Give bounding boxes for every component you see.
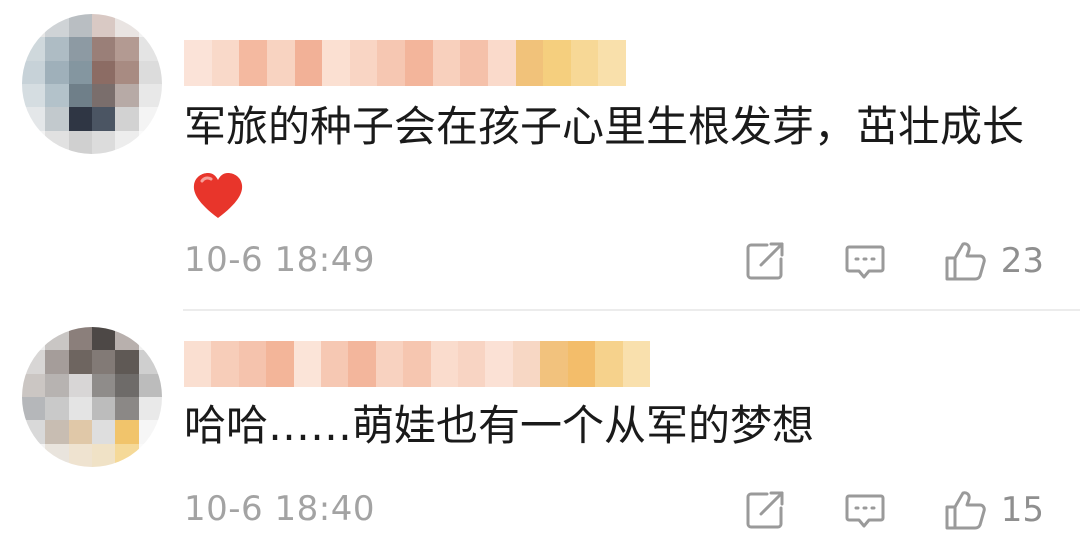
avatar[interactable] [22, 327, 162, 467]
comment-actions: 23 [743, 238, 1044, 284]
like-icon[interactable] [943, 239, 987, 283]
comment-text-content: 军旅的种子会在孩子心里生根发芽，茁壮成长 [184, 102, 1025, 151]
share-icon[interactable] [743, 488, 787, 532]
avatar[interactable] [22, 14, 162, 154]
heart-emoji [193, 173, 243, 218]
comment-actions: 15 [743, 487, 1044, 533]
username-blurred[interactable] [184, 341, 650, 387]
share-icon[interactable] [743, 239, 787, 283]
like-count: 23 [1000, 241, 1044, 281]
comment-item: 军旅的种子会在孩子心里生根发芽，茁壮成长 10-6 18:49 23 [0, 0, 1080, 310]
comment-timestamp: 10-6 18:40 [184, 489, 375, 529]
comment-text: 军旅的种子会在孩子心里生根发芽，茁壮成长 [184, 90, 1044, 236]
comment-text-content: 哈哈……萌娃也有一个从军的梦想 [184, 401, 815, 450]
reply-icon[interactable] [843, 488, 887, 532]
like-count: 15 [1000, 490, 1044, 530]
username-blurred[interactable] [184, 40, 626, 86]
reply-icon[interactable] [843, 239, 887, 283]
comment-timestamp: 10-6 18:49 [184, 240, 375, 280]
comment-item: 哈哈……萌娃也有一个从军的梦想 10-6 18:40 15 [0, 311, 1080, 555]
comment-text: 哈哈……萌娃也有一个从军的梦想 [184, 389, 1044, 462]
like-icon[interactable] [943, 488, 987, 532]
